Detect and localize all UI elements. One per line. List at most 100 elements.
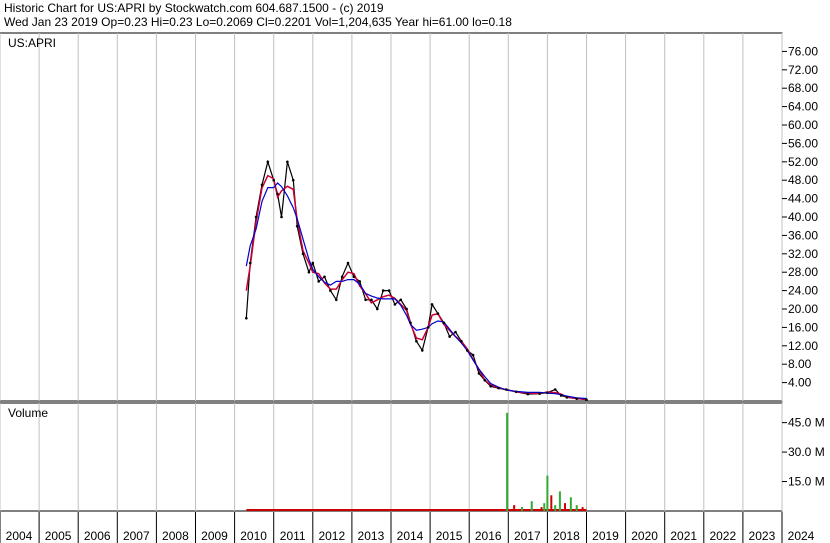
price-point	[405, 307, 408, 311]
x-tick-label: 2010	[240, 529, 267, 543]
price-point	[260, 183, 264, 187]
price-point	[307, 270, 311, 274]
y-tick-label: 16.00	[788, 320, 818, 334]
volume-bar	[563, 503, 566, 511]
y-tick-label: 28.00	[788, 265, 818, 279]
price-point	[376, 307, 379, 311]
y-tick-label: 48.00	[788, 173, 818, 187]
price-point	[340, 275, 344, 279]
price-point	[334, 298, 338, 302]
price-point	[295, 224, 299, 228]
price-point	[381, 289, 385, 292]
x-tick-label: 2021	[670, 529, 697, 543]
volume-bar	[550, 495, 553, 511]
x-tick-label: 2020	[631, 529, 658, 543]
price-point	[399, 298, 403, 302]
volume-bar	[543, 503, 546, 511]
x-tick-label: 2014	[397, 529, 424, 543]
price-point	[245, 316, 248, 320]
y-tick-label: 36.00	[788, 228, 818, 242]
volume-bar	[546, 475, 549, 511]
y-tick-label: 24.00	[788, 284, 818, 298]
volume-bar	[506, 412, 509, 511]
x-tick-label: 2008	[162, 529, 189, 543]
x-tick-label: 2019	[592, 529, 619, 543]
y-tick-label: 56.00	[788, 136, 818, 150]
price-point	[280, 215, 283, 219]
volume-bar	[530, 501, 533, 511]
price-point	[575, 397, 579, 401]
price-point	[483, 379, 487, 382]
price-point	[497, 386, 500, 390]
price-point	[272, 178, 276, 182]
volume-tick-label: 15.0 M	[788, 475, 825, 489]
price-point	[514, 390, 518, 394]
stock-chart: 76.00 72.00 68.00 64.00 60.00 56.00 52.00 48.00…	[0, 32, 830, 543]
y-tick-label: 76.00	[788, 44, 818, 58]
price-point	[538, 392, 541, 395]
price-point	[489, 384, 493, 388]
volume-tick-label: 30.0 M	[788, 445, 825, 459]
x-tick-label: 2004	[6, 529, 33, 543]
price-point	[426, 326, 430, 329]
y-tick-label: 44.00	[788, 192, 818, 206]
price-point	[526, 392, 530, 396]
volume-bar	[554, 505, 557, 511]
x-tick-label: 2012	[318, 529, 345, 543]
x-tick-label: 2007	[123, 529, 150, 543]
volume-bar	[569, 497, 572, 511]
price-point	[276, 192, 279, 196]
price-point	[364, 298, 367, 302]
price-point	[286, 160, 289, 164]
price-point	[352, 275, 356, 279]
price-point	[393, 303, 397, 306]
y-tick-label: 40.00	[788, 210, 818, 224]
y-tick-label: 8.00	[788, 357, 812, 371]
volume-bar	[581, 507, 584, 511]
x-tick-label: 2005	[45, 529, 72, 543]
price-point	[370, 298, 373, 302]
price-point	[460, 339, 463, 343]
y-tick-label: 60.00	[788, 118, 818, 132]
price-point	[585, 398, 588, 401]
price-point	[553, 388, 557, 391]
price-point	[477, 372, 481, 375]
price-point	[436, 312, 440, 315]
price-point	[415, 339, 418, 343]
x-tick-label: 2009	[201, 529, 228, 543]
x-tick-label: 2016	[475, 529, 502, 543]
x-tick-label: 2017	[514, 529, 541, 543]
price-point	[301, 252, 305, 256]
volume-tick-label: 45.0 M	[788, 416, 825, 430]
y-tick-label: 32.00	[788, 247, 818, 261]
price-point	[323, 275, 326, 279]
y-tick-label: 64.00	[788, 100, 818, 114]
price-point	[559, 394, 563, 397]
price-point	[409, 321, 412, 325]
price-point	[329, 289, 332, 292]
x-tick-label: 2006	[84, 529, 111, 543]
y-tick-label: 4.00	[788, 376, 812, 390]
price-point	[546, 391, 549, 395]
y-tick-label: 72.00	[788, 63, 818, 77]
volume-bar	[558, 491, 561, 511]
price-point	[565, 396, 569, 399]
price-point	[291, 178, 295, 182]
x-tick-label: 2013	[358, 529, 385, 543]
price-point	[420, 349, 424, 352]
x-tick-label: 2011	[280, 529, 306, 543]
price-point	[471, 353, 475, 357]
volume-bar	[513, 505, 516, 511]
volume-bar	[540, 507, 543, 511]
price-point	[430, 303, 434, 306]
price-point	[448, 335, 451, 338]
y-tick-label: 12.00	[788, 339, 818, 353]
price-point	[505, 388, 508, 391]
y-tick-label: 20.00	[788, 302, 818, 316]
x-tick-label: 2022	[709, 529, 736, 543]
price-point	[317, 280, 320, 283]
volume-panel-title: Volume	[8, 406, 48, 420]
price-point	[387, 289, 391, 292]
x-tick-label: 2015	[436, 529, 463, 543]
price-point	[465, 349, 469, 352]
